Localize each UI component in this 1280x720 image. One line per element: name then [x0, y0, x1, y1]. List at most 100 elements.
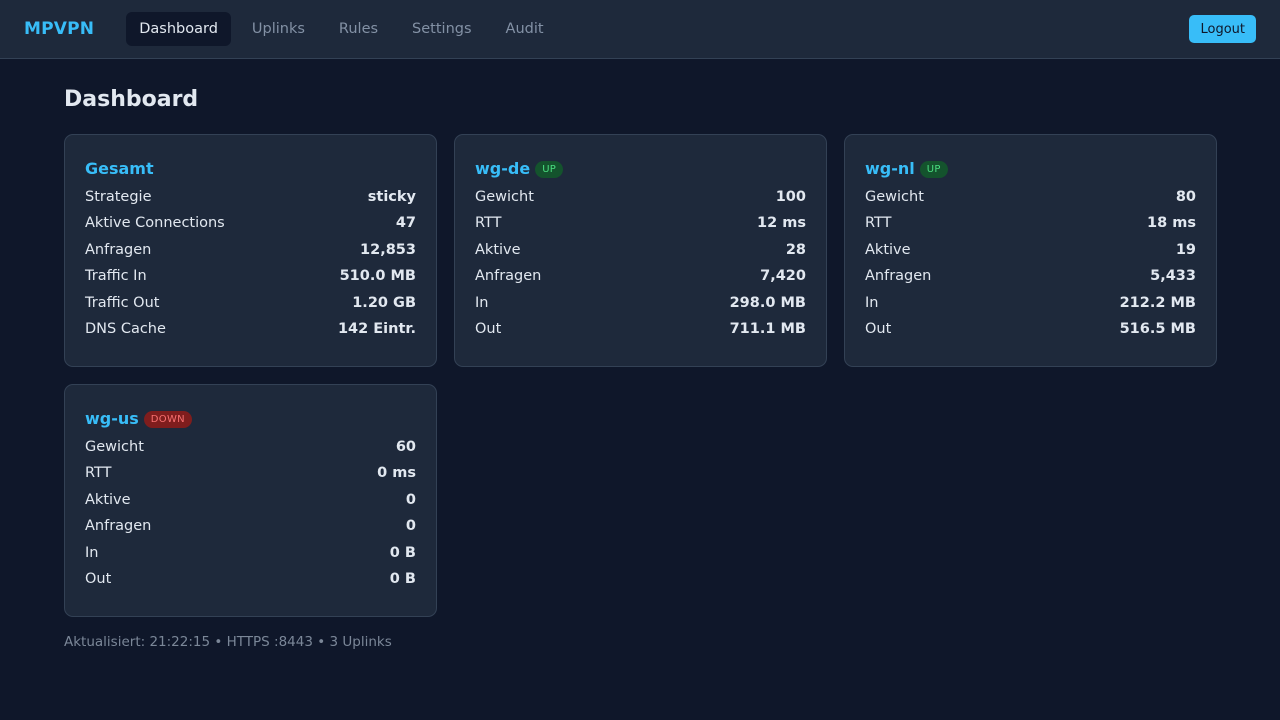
card-title: Gesamt [85, 158, 154, 178]
stat-row: Out 711.1 MB [475, 316, 806, 342]
uplink-card-wg-nl: wg-nl UP Gewicht 80 RTT 18 ms Aktive 19 Anf… [844, 134, 1217, 367]
stat-value: 510.0 MB [339, 268, 416, 285]
stat-value: 28 [785, 241, 806, 258]
stat-label: Anfragen [475, 268, 542, 285]
stat-value: sticky [367, 189, 416, 205]
uplink-card-wg-de: wg-de UP Gewicht 100 RTT 12 ms Aktive 28 An… [454, 134, 827, 367]
stat-value: 19 [1175, 241, 1196, 258]
nav-link-settings[interactable]: Settings [399, 12, 484, 46]
stat-row: Anfragen 12,853 [85, 237, 416, 263]
stat-label: DNS Cache [85, 320, 166, 337]
stat-label: In [865, 294, 879, 311]
stat-row: In 0 B [85, 540, 416, 566]
stat-value: 142 Eintr. [337, 320, 416, 337]
stat-row: In 298.0 MB [475, 290, 806, 316]
stat-label: Aktive [85, 491, 131, 508]
stat-label: Out [475, 320, 502, 337]
stat-label: Traffic In [85, 268, 147, 285]
status-badge: DOWN [143, 410, 192, 428]
stat-value: 5,433 [1150, 268, 1196, 285]
stat-value: 80 [1175, 189, 1196, 205]
stat-value: 0 B [389, 544, 416, 561]
stat-row: Anfragen 7,420 [475, 263, 806, 289]
stat-label: RTT [475, 215, 502, 232]
card-header: wg-us DOWN [85, 405, 416, 431]
stat-label: Anfragen [85, 241, 152, 258]
stat-row: Aktive 28 [475, 237, 806, 263]
stat-value: 1.20 GB [352, 294, 416, 311]
stat-label: Strategie [85, 189, 152, 205]
stat-value: 7,420 [760, 268, 806, 285]
card-title: wg-us [85, 408, 139, 428]
stats-grid: Gesamt Strategie sticky Aktive Connection… [64, 134, 1217, 617]
stat-value: 298.0 MB [729, 294, 806, 311]
main-content: Dashboard Gesamt Strategie sticky Aktive … [0, 59, 1280, 650]
nav-link-dashboard[interactable]: Dashboard [126, 12, 231, 46]
brand-logo[interactable]: MPVPN [24, 19, 94, 39]
stat-label: Anfragen [865, 268, 932, 285]
stat-label: Out [85, 570, 112, 587]
card-title: wg-de [475, 158, 531, 178]
stat-value: 0 B [389, 570, 416, 587]
stat-value: 711.1 MB [729, 320, 806, 337]
stat-value: 100 [775, 189, 806, 205]
stat-row: Aktive Connections 47 [85, 210, 416, 236]
stat-row: Gewicht 80 [865, 184, 1196, 210]
stat-row: RTT 12 ms [475, 210, 806, 236]
main-nav: Dashboard Uplinks Rules Settings Audit [126, 12, 564, 46]
stat-label: Aktive [475, 241, 521, 258]
stat-label: In [475, 294, 489, 311]
card-header: Gesamt [85, 155, 416, 181]
stat-value: 0 [405, 518, 416, 535]
stat-row: Strategie sticky [85, 184, 416, 210]
stat-value: 12 ms [757, 215, 806, 232]
status-footer: Aktualisiert: 21:22:15 • HTTPS :8443 • 3… [64, 634, 392, 650]
page-title: Dashboard [64, 87, 199, 112]
stat-row: Gewicht 60 [85, 434, 416, 460]
stat-row: Anfragen 0 [85, 513, 416, 539]
logout-button[interactable]: Logout [1189, 15, 1256, 43]
summary-card: Gesamt Strategie sticky Aktive Connection… [64, 134, 437, 367]
stat-value: 12,853 [360, 241, 416, 258]
stat-label: Gewicht [865, 189, 924, 205]
status-badge: UP [919, 160, 948, 178]
stat-label: RTT [865, 215, 892, 232]
stat-value: 0 ms [377, 465, 416, 482]
stat-row: Traffic Out 1.20 GB [85, 290, 416, 316]
stat-row: Traffic In 510.0 MB [85, 263, 416, 289]
stat-row: Anfragen 5,433 [865, 263, 1196, 289]
stat-label: Anfragen [85, 518, 152, 535]
stat-label: Traffic Out [85, 294, 160, 311]
stat-row: Gewicht 100 [475, 184, 806, 210]
card-title: wg-nl [865, 158, 915, 178]
stat-row: Out 516.5 MB [865, 316, 1196, 342]
status-badge: UP [535, 160, 564, 178]
card-header: wg-nl UP [865, 155, 1196, 181]
uplink-card-wg-us: wg-us DOWN Gewicht 60 RTT 0 ms Aktive 0 Anf… [64, 384, 437, 617]
stat-label: In [85, 544, 99, 561]
stat-label: RTT [85, 465, 112, 482]
stat-row: Aktive 0 [85, 487, 416, 513]
stat-value: 60 [395, 439, 416, 455]
stat-row: RTT 0 ms [85, 460, 416, 486]
nav-link-uplinks[interactable]: Uplinks [239, 12, 318, 46]
stat-label: Gewicht [85, 439, 144, 455]
stat-row: Aktive 19 [865, 237, 1196, 263]
stat-row: RTT 18 ms [865, 210, 1196, 236]
nav-link-rules[interactable]: Rules [326, 12, 391, 46]
stat-value: 516.5 MB [1119, 320, 1196, 337]
stat-row: Out 0 B [85, 566, 416, 592]
stat-label: Aktive Connections [85, 215, 225, 232]
stat-value: 212.2 MB [1119, 294, 1196, 311]
stat-value: 0 [405, 491, 416, 508]
stat-value: 47 [395, 215, 416, 232]
stat-row: DNS Cache 142 Eintr. [85, 316, 416, 342]
stat-value: 18 ms [1147, 215, 1196, 232]
card-header: wg-de UP [475, 155, 806, 181]
nav-link-audit[interactable]: Audit [493, 12, 557, 46]
stat-row: In 212.2 MB [865, 290, 1196, 316]
stat-label: Gewicht [475, 189, 534, 205]
top-navbar: MPVPN Dashboard Uplinks Rules Settings A… [0, 0, 1280, 59]
stat-label: Out [865, 320, 892, 337]
stat-label: Aktive [865, 241, 911, 258]
